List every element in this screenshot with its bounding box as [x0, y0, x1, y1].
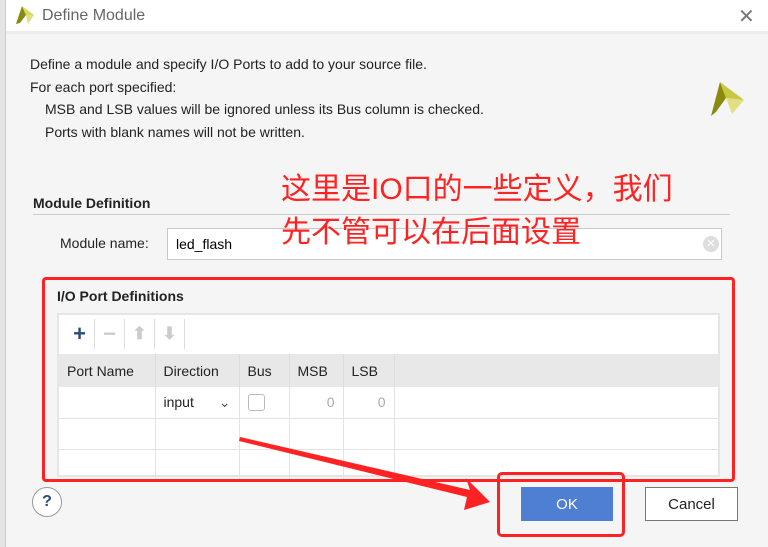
close-icon[interactable]: ✕ — [738, 4, 755, 29]
cancel-button[interactable]: Cancel — [645, 487, 738, 521]
intro-line: MSB and LSB values will be ignored unles… — [45, 101, 484, 117]
vivado-logo-icon — [16, 6, 34, 24]
intro-line: Ports with blank names will not be writt… — [45, 124, 305, 140]
clear-icon[interactable]: ✕ — [703, 236, 719, 252]
help-button[interactable]: ? — [32, 487, 62, 517]
module-definition-heading: Module Definition — [33, 195, 151, 211]
background-window-edge — [0, 0, 6, 547]
intro-line: For each port specified: — [30, 79, 177, 95]
window-title: Define Module — [42, 7, 146, 24]
annotation-text: 这里是IO口的一些定义，我们先不管可以在后面设置 — [281, 173, 673, 249]
intro-line: Define a module and specify I/O Ports to… — [30, 56, 427, 72]
module-name-label: Module name: — [60, 235, 149, 251]
annotation-highlight-box — [497, 472, 625, 537]
vivado-logo-icon — [711, 82, 744, 116]
annotation-highlight-box — [42, 277, 735, 482]
